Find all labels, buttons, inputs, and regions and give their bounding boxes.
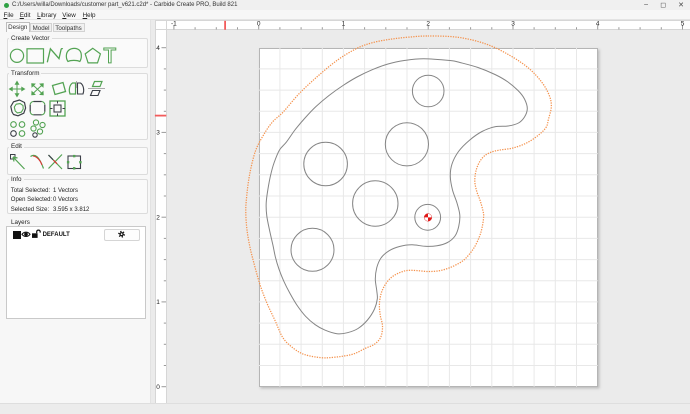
svg-text:3: 3 [156, 130, 160, 137]
svg-text:2: 2 [156, 214, 160, 221]
svg-text:2: 2 [426, 21, 430, 28]
svg-text:1: 1 [342, 21, 346, 28]
svg-text:4: 4 [596, 21, 600, 28]
svg-text:1: 1 [156, 299, 160, 306]
svg-text:0: 0 [257, 21, 261, 28]
svg-text:5: 5 [681, 21, 685, 28]
svg-text:3: 3 [511, 21, 515, 28]
svg-text:0: 0 [156, 384, 160, 391]
svg-text:4: 4 [156, 45, 160, 52]
svg-text:-1: -1 [171, 21, 177, 28]
